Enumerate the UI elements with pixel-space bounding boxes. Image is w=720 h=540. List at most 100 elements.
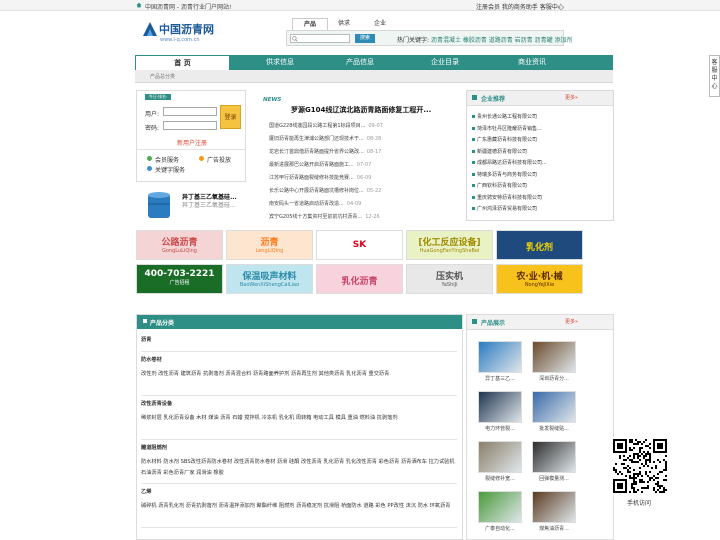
enterprise-item[interactable]: 贵州长通公路工程有限公司 (477, 113, 607, 120)
news-item-title[interactable]: 江苏甲行沥青路面裂缝修补技能竞赛... (269, 175, 354, 181)
customer-service-tab[interactable]: 客服中心 (709, 55, 720, 97)
product-image[interactable] (532, 391, 576, 423)
ad-banner[interactable]: SK (316, 230, 403, 260)
news-item[interactable]: 龙岩长汀首鼎偕沥青路面提升省界公路改... 08-17 (269, 148, 454, 155)
category-name[interactable]: 防水卷材 (141, 357, 162, 363)
hot-words[interactable]: 沥青混凝土 橡胶沥青 道路沥青 岩沥青 沥青罐 添加剂 (431, 37, 573, 44)
enterprise-item[interactable]: 广西钦科沥青有限公司 (477, 182, 607, 189)
enterprise-item[interactable]: 成都昂路达沥青科技有限公司... (477, 159, 607, 166)
enterprise-item[interactable]: 广东惠藏沥青科技有限公司 (477, 136, 607, 143)
promo-product[interactable]: 异丁基三乙氧基硅... 异丁基三乙氧基硅... (136, 188, 246, 224)
news-item-title[interactable]: 南安码头一省道路启动沥青改造... (269, 201, 344, 207)
site-logo[interactable]: 中国沥青网 www.l-q.com.cn (143, 20, 233, 46)
category-group-title[interactable]: 雕道阻燃剂 (141, 443, 459, 454)
username-input[interactable] (163, 107, 217, 116)
product-caption[interactable]: 裂缝修补宽... (478, 475, 522, 482)
product-image[interactable] (532, 491, 576, 523)
ad-banner[interactable]: [化工反应设备] HuaGongFanYingSheBei (406, 230, 493, 260)
nav-home[interactable]: 首 页 (135, 55, 230, 70)
home-icon[interactable] (136, 2, 142, 8)
breadcrumb-link[interactable]: 产品总分类 (150, 73, 175, 80)
category-items[interactable]: 稀浆封层 乳化沥青设备 木材 煤油 沥青 石蜡 搅拌机 冷冻机 乳化机 周转箱 … (141, 413, 459, 424)
keyword-service-link[interactable]: 关键字服务 (155, 165, 185, 174)
news-item[interactable]: 江苏甲行沥青路面裂缝修补技能竞赛... 06-09 (269, 174, 454, 181)
logo-mark-icon (143, 22, 157, 36)
enterprise-item[interactable]: 特瑞多沥青与商务有限公司 (477, 171, 607, 178)
tab-product[interactable]: 产品 (292, 18, 328, 30)
news-item[interactable]: 长乐公路中心开展沥青路面坑槽修补岗位... 05-22 (269, 187, 454, 194)
tab-company[interactable]: 企业 (362, 18, 398, 30)
search-button[interactable]: 搜索 (355, 34, 375, 43)
category-items[interactable]: 碱碎机 沥青乳化剂 沥青抗剥落剂 沥青温拌添加剂 聚酯纤维 阻燃剂 沥青稳定剂 … (141, 501, 459, 512)
product-caption[interactable]: 异丁基三乙... (478, 375, 522, 382)
ad-banner[interactable]: 公路沥青 GongLuLiQing (136, 230, 223, 260)
ad-main-text: 沥青 (260, 238, 279, 248)
ad-banner[interactable]: 乳化沥青 (316, 264, 403, 294)
ad-banner[interactable]: 乳化剂 (496, 230, 583, 260)
product-header: 产品展示 更多» (467, 315, 613, 330)
nav-news[interactable]: 商业资讯 (502, 55, 562, 70)
member-service-link[interactable]: 会员服务 (155, 155, 179, 164)
category-name[interactable]: 雕道阻燃剂 (141, 445, 167, 451)
nav-products[interactable]: 产品信息 (330, 55, 390, 70)
category-items[interactable]: 改性剂 改性沥青 建筑沥青 抗剥落剂 沥青混合料 沥青路面养护剂 沥青再生剂 其… (141, 369, 459, 380)
category-name[interactable]: 改性沥青设备 (141, 401, 172, 407)
category-items[interactable]: 防水材料 防水剂 SBS改性沥青防水卷材 改性沥青防水卷材 沥滑 硅酮 改性沥青… (141, 457, 459, 479)
login-button[interactable]: 登录 (220, 105, 241, 129)
enterprise-bullet-icon (472, 126, 475, 130)
enterprise-item[interactable]: 广州鸿泽沥青贸易有限公司 (477, 205, 607, 212)
tab-supply[interactable]: 供求 (326, 18, 362, 30)
news-item-title[interactable]: 长乐公路中心开展沥青路面坑槽修补岗位... (269, 188, 364, 194)
product-caption[interactable]: 煤焦油沥青... (532, 525, 576, 532)
enterprise-item[interactable]: 菏泽市牡丹区隆耀沥青销售... (477, 125, 607, 132)
ad-banner[interactable]: 农·业·机·械 NongYeJiXie (496, 264, 583, 294)
hot-keywords: 热门关键字: 沥青混凝土 橡胶沥青 道路沥青 岩沥青 沥青罐 添加剂 (397, 35, 573, 44)
news-item-title[interactable]: 宾宁G205线十方集资村至前前坑村沥青... (269, 214, 362, 220)
register-link[interactable]: 新用户注册 (177, 138, 207, 147)
news-item[interactable]: 最新进展那巴公路开启沥青路面施工... 07-07 (269, 161, 454, 168)
ad-banner[interactable]: 400-703-2221 广告招租 (136, 264, 223, 294)
product-image[interactable] (532, 341, 576, 373)
search-input[interactable] (290, 34, 350, 43)
product-more[interactable]: 更多» (565, 318, 578, 325)
news-item-title[interactable]: 国道G228线莲园段公路工程第1标段项目... (269, 123, 365, 129)
news-item-title[interactable]: 龙岩长汀首鼎偕沥青路面提升省界公路改... (269, 149, 364, 155)
mobile-visit-label: 手机访问 (627, 500, 652, 507)
ad-service-link[interactable]: 广告投放 (207, 155, 231, 164)
product-caption[interactable]: 回弹模量测... (532, 475, 576, 482)
qr-code-icon[interactable] (611, 437, 669, 495)
category-name[interactable]: 沥青 (141, 337, 151, 343)
top-links[interactable]: 注册会员 我的商务助手 客服中心 (476, 2, 564, 11)
product-image[interactable] (478, 441, 522, 473)
news-headline[interactable]: 罗源G104线辽滨北路沥青路面修复工程开... (291, 105, 431, 115)
product-image[interactable] (478, 391, 522, 423)
password-input[interactable] (163, 121, 217, 130)
product-caption[interactable]: 广泰自动化... (478, 525, 522, 532)
category-group-title[interactable]: 改性沥青设备 (141, 399, 459, 410)
nav-companies[interactable]: 企业目录 (415, 55, 475, 70)
category-group-title[interactable]: 沥青 (141, 335, 459, 346)
ad-banner[interactable]: 沥青 LengLiQing (226, 230, 313, 260)
product-image[interactable] (478, 341, 522, 373)
news-item[interactable]: 国道G228线莲园段公路工程第1标段项目... 09-07 (269, 122, 454, 129)
enterprise-bullet-icon (472, 195, 475, 199)
news-item[interactable]: 厦旧沥青能再生津浦公路部门还现技术干... 08-28 (269, 135, 454, 142)
enterprise-item[interactable]: 重庆骋安特沥青科技有限公司 (477, 194, 607, 201)
category-group-title[interactable]: 防水卷材 (141, 355, 459, 366)
news-item[interactable]: 南安码头一省道路启动沥青改造... 04-09 (269, 200, 454, 207)
product-caption[interactable]: 电力环管裂... (478, 425, 522, 432)
enterprise-more[interactable]: 更多» (565, 94, 578, 101)
enterprise-item[interactable]: 新疆建德沥青有限公司 (477, 148, 607, 155)
category-name[interactable]: 乙烯 (141, 489, 151, 495)
product-caption[interactable]: 深圳沥青分... (532, 375, 576, 382)
nav-supply[interactable]: 供求信息 (250, 55, 310, 70)
ad-banner[interactable]: 保温吸声材料 BaoWenXiShengCaiLiao (226, 264, 313, 294)
news-item[interactable]: 宾宁G205线十方集资村至前前坑村沥青... 12-26 (269, 213, 454, 220)
product-caption[interactable]: 批发裂缝贴... (532, 425, 576, 432)
category-group-title[interactable]: 乙烯 (141, 487, 459, 498)
news-item-title[interactable]: 厦旧沥青能再生津浦公路部门还现技术干... (269, 136, 364, 142)
news-item-title[interactable]: 最新进展那巴公路开启沥青路面施工... (269, 162, 354, 168)
product-image[interactable] (532, 441, 576, 473)
product-image[interactable] (478, 491, 522, 523)
ad-banner[interactable]: 压实机 YaShiJi (406, 264, 493, 294)
